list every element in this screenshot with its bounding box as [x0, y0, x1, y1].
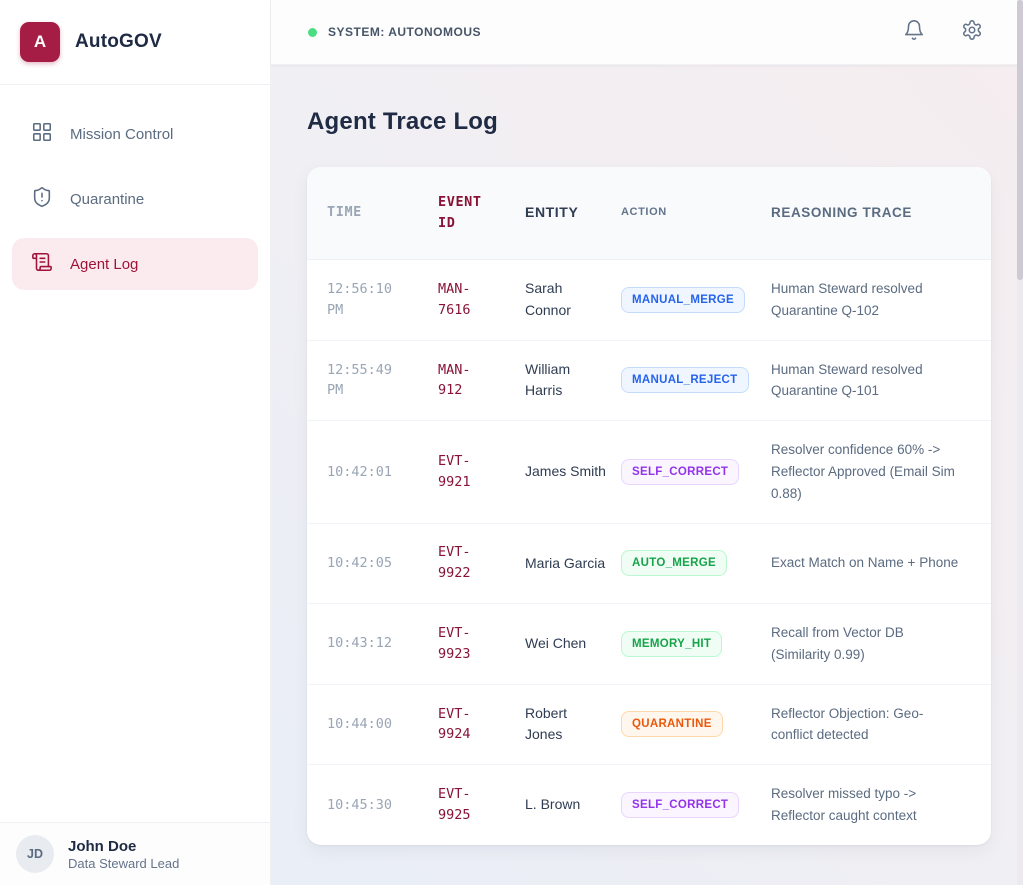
cell-event-id: EVT-9922	[438, 542, 494, 584]
cell-time: 10:42:01	[327, 462, 411, 483]
cell-time: 12:55:49 PM	[327, 360, 411, 402]
sidebar-item-agent-log[interactable]: Agent Log	[12, 238, 258, 290]
bell-icon[interactable]	[903, 19, 925, 46]
scroll-text-icon	[31, 251, 53, 277]
cell-reasoning: Human Steward resolved Quarantine Q-102	[771, 278, 971, 322]
cell-reasoning: Human Steward resolved Quarantine Q-101	[771, 359, 971, 403]
cell-entity: James Smith	[525, 461, 607, 483]
brand-name: AutoGOV	[75, 31, 162, 53]
action-badge: MANUAL_MERGE	[621, 287, 745, 313]
cell-action: AUTO_MERGE	[621, 550, 771, 576]
sidebar-item-label: Mission Control	[70, 126, 173, 143]
column-header: TIME	[327, 202, 411, 223]
cell-entity: Maria Garcia	[525, 553, 607, 575]
action-badge: AUTO_MERGE	[621, 550, 727, 576]
brand-logo: A	[20, 22, 60, 62]
topbar: SYSTEM: AUTONOMOUS	[271, 0, 1023, 65]
cell-event-id: EVT-9924	[438, 704, 494, 746]
content: Agent Trace Log TIME EVENT ID ENTITY ACTION…	[271, 65, 1023, 885]
cell-action: SELF_CORRECT	[621, 459, 771, 485]
column-header: ACTION	[621, 204, 771, 221]
cell-event-id: EVT-9923	[438, 623, 494, 665]
action-badge: MANUAL_REJECT	[621, 367, 749, 393]
cell-reasoning: Reflector Objection: Geo-conflict detect…	[771, 703, 971, 747]
cell-reasoning: Resolver confidence 60% -> Reflector App…	[771, 439, 971, 505]
system-status: SYSTEM: AUTONOMOUS	[308, 25, 481, 39]
column-header: ENTITY	[525, 202, 607, 224]
cell-event-id: EVT-9925	[438, 784, 494, 826]
cell-action: QUARANTINE	[621, 711, 771, 737]
cell-action: MANUAL_REJECT	[621, 367, 771, 393]
layout-grid-icon	[31, 121, 53, 147]
cell-entity: Robert Jones	[525, 703, 607, 746]
table-row[interactable]: 12:56:10 PM MAN-7616 Sarah Connor MANUAL_ME…	[307, 260, 991, 341]
scrollbar-thumb[interactable]	[1017, 0, 1023, 280]
user-footer[interactable]: JD John Doe Data Steward Lead	[0, 822, 270, 885]
action-badge: MEMORY_HIT	[621, 631, 722, 657]
cell-time: 10:42:05	[327, 553, 411, 574]
table-body: 12:56:10 PM MAN-7616 Sarah Connor MANUAL_ME…	[307, 260, 991, 845]
cell-event-id: MAN-912	[438, 360, 494, 402]
cell-event-id: EVT-9921	[438, 451, 494, 493]
column-header: REASONING TRACE	[771, 202, 971, 224]
cell-reasoning: Exact Match on Name + Phone	[771, 552, 971, 574]
table-header-row: TIME EVENT ID ENTITY ACTIONREASONING TRACE	[307, 167, 991, 260]
shield-alert-icon	[31, 186, 53, 212]
cell-entity: L. Brown	[525, 794, 607, 816]
column-header: EVENT ID	[438, 192, 494, 234]
sidebar-item-mission-control[interactable]: Mission Control	[12, 108, 258, 160]
cell-time: 10:45:30	[327, 795, 411, 816]
table-row[interactable]: 10:42:01 EVT-9921 James Smith SELF_CORRECT R…	[307, 421, 991, 524]
table-row[interactable]: 10:42:05 EVT-9922 Maria Garcia AUTO_MERGE Ex…	[307, 524, 991, 604]
cell-time: 10:44:00	[327, 714, 411, 735]
avatar: JD	[16, 835, 54, 873]
status-dot-icon	[308, 28, 317, 37]
user-name: John Doe	[68, 837, 179, 857]
cell-action: MANUAL_MERGE	[621, 287, 771, 313]
sidebar-item-quarantine[interactable]: Quarantine	[12, 173, 258, 225]
cell-time: 12:56:10 PM	[327, 279, 411, 321]
cell-action: SELF_CORRECT	[621, 792, 771, 818]
sidebar: A AutoGOV Mission Control Quarantine Agent…	[0, 0, 271, 885]
main-area: SYSTEM: AUTONOMOUS Agent Trace Log TIME E…	[271, 0, 1023, 885]
status-label: SYSTEM: AUTONOMOUS	[328, 25, 481, 39]
cell-reasoning: Resolver missed typo -> Reflector caught…	[771, 783, 971, 827]
page-title: Agent Trace Log	[307, 108, 991, 136]
action-badge: SELF_CORRECT	[621, 459, 739, 485]
user-role: Data Steward Lead	[68, 856, 179, 871]
cell-entity: Sarah Connor	[525, 278, 607, 321]
sidebar-item-label: Quarantine	[70, 191, 144, 208]
table-row[interactable]: 10:45:30 EVT-9925 L. Brown SELF_CORRECT Reso…	[307, 765, 991, 845]
cell-time: 10:43:12	[327, 633, 411, 654]
user-info: John Doe Data Steward Lead	[68, 837, 179, 872]
gear-icon[interactable]	[961, 19, 983, 46]
cell-entity: Wei Chen	[525, 633, 607, 655]
cell-entity: William Harris	[525, 359, 607, 402]
cell-reasoning: Recall from Vector DB (Similarity 0.99)	[771, 622, 971, 666]
trace-table: TIMEEVENT IDENTITYACTIONREASONING TRACE …	[307, 167, 991, 845]
table-row[interactable]: 12:55:49 PM MAN-912 William Harris MANUAL_R…	[307, 341, 991, 422]
table-row[interactable]: 10:44:00 EVT-9924 Robert Jones QUARANTINE Re…	[307, 685, 991, 766]
cell-event-id: MAN-7616	[438, 279, 494, 321]
scrollbar[interactable]	[1017, 0, 1023, 885]
action-badge: QUARANTINE	[621, 711, 723, 737]
cell-action: MEMORY_HIT	[621, 631, 771, 657]
action-badge: SELF_CORRECT	[621, 792, 739, 818]
sidebar-nav: Mission Control Quarantine Agent Log	[0, 85, 270, 303]
table-row[interactable]: 10:43:12 EVT-9923 Wei Chen MEMORY_HIT Recall…	[307, 604, 991, 685]
brand-header: A AutoGOV	[0, 0, 270, 85]
sidebar-item-label: Agent Log	[70, 256, 138, 273]
